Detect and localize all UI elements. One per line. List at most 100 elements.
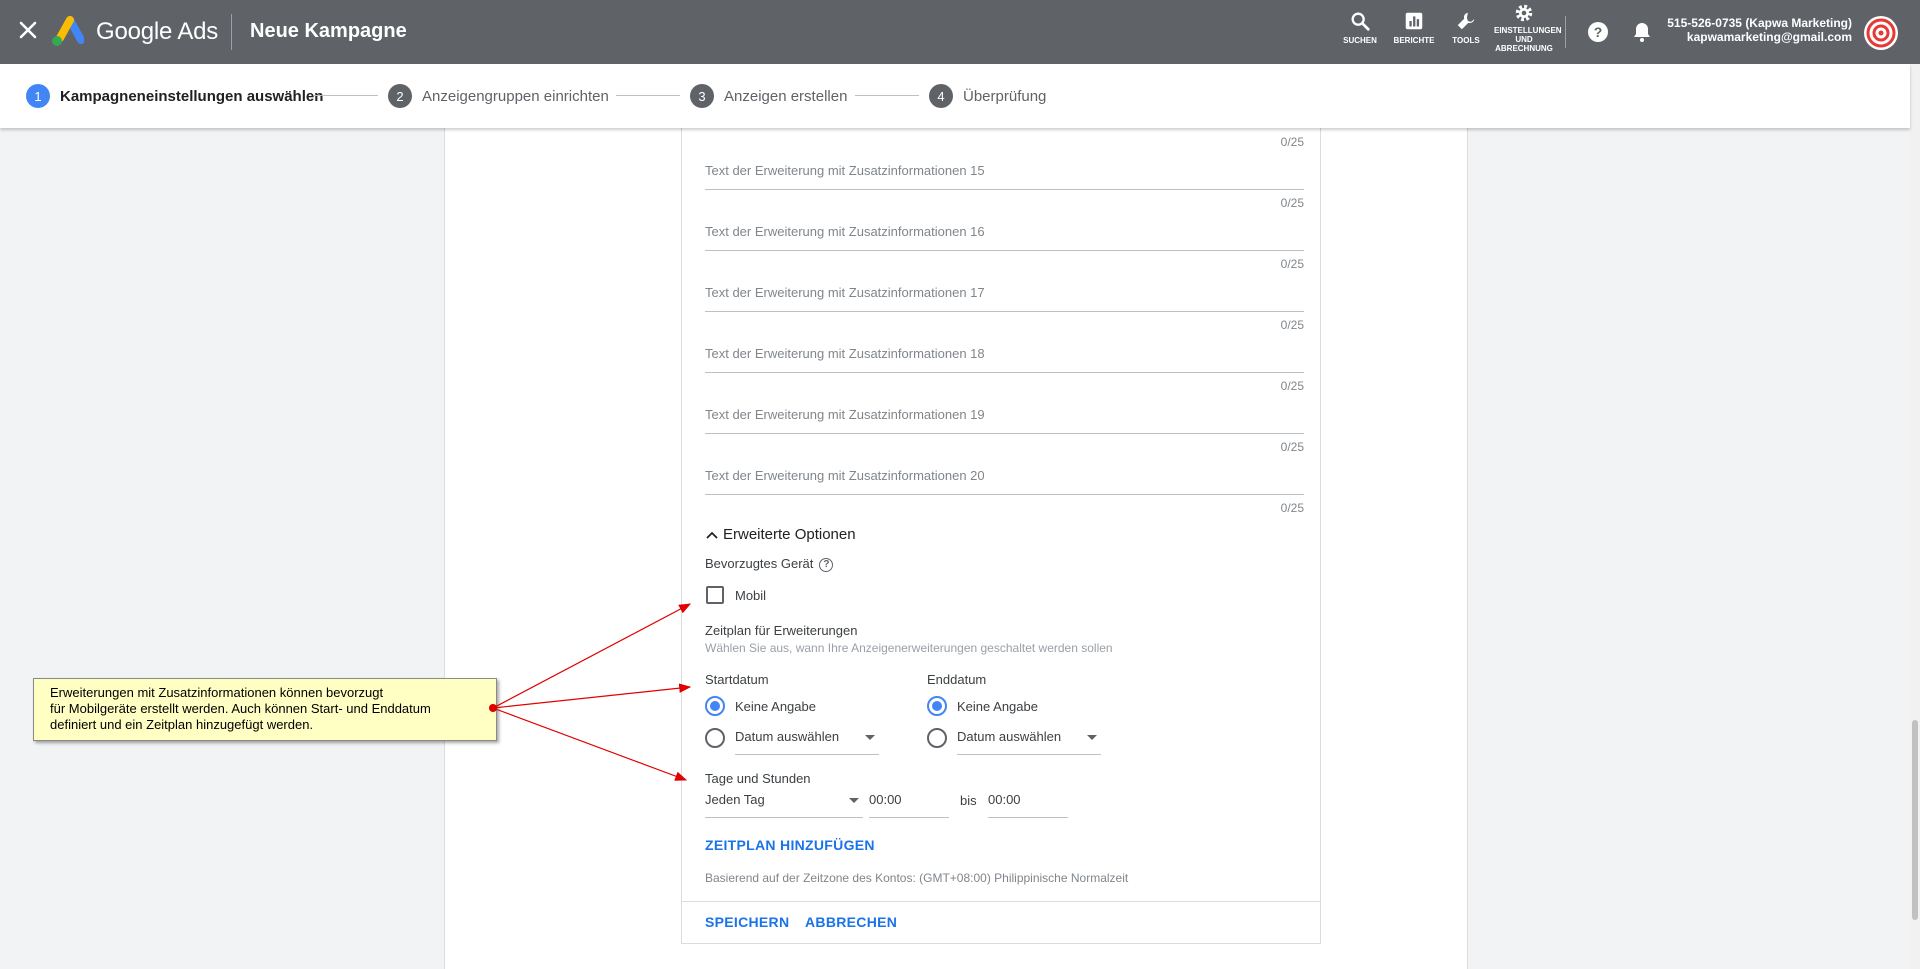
start-date-dropdown[interactable]: Datum auswählen — [735, 721, 879, 755]
start-none-label: Keine Angabe — [735, 699, 816, 714]
reports-tool-label: BERICHTE — [1393, 36, 1435, 45]
mobile-label: Mobil — [735, 588, 767, 603]
start-date-radio[interactable] — [705, 728, 725, 748]
dropdown-arrow-icon — [865, 735, 875, 740]
step-1-label: Kampagneneinstellungen auswählen — [60, 87, 324, 105]
schedule-hint: Wählen Sie aus, wann Ihre Anzeigenerweit… — [705, 641, 1113, 655]
step-2-number: 2 — [388, 84, 412, 108]
form-footer-divider — [681, 901, 1321, 902]
step-connector — [616, 95, 680, 96]
step-1-number: 1 — [26, 84, 50, 108]
close-icon[interactable] — [16, 18, 40, 42]
end-date-radio[interactable] — [927, 728, 947, 748]
end-date-value: Datum auswählen — [957, 729, 1062, 744]
settings-label-line-1: EINSTELLUNGEN — [1494, 26, 1562, 35]
extension-text-field-19[interactable]: Text der Erweiterung mit Zusatzinformati… — [705, 400, 1304, 434]
tools-divider — [1565, 16, 1566, 48]
schedule-title: Zeitplan für Erweiterungen — [705, 623, 858, 638]
settings-billing-label: EINSTELLUNGEN UND ABRECHNUNG — [1494, 26, 1562, 53]
char-counter-15: 0/25 — [1280, 196, 1304, 210]
days-value: Jeden Tag — [705, 792, 765, 807]
google-ads-logo — [52, 16, 84, 46]
advanced-options-toggle[interactable]: Erweiterte Optionen — [705, 526, 856, 543]
char-counter-17: 0/25 — [1280, 318, 1304, 332]
settings-label-line-3: ABRECHNUNG — [1495, 44, 1553, 53]
callout-line-1: Erweiterungen mit Zusatzinformationen kö… — [50, 685, 384, 700]
svg-text:?: ? — [1594, 24, 1603, 40]
account-info[interactable]: 515-526-0735 (Kapwa Marketing) kapwamark… — [1667, 16, 1852, 44]
search-tool-button[interactable]: SUCHEN — [1330, 10, 1390, 45]
char-counter-19: 0/25 — [1280, 440, 1304, 454]
extension-text-field-15[interactable]: Text der Erweiterung mit Zusatzinformati… — [705, 156, 1304, 190]
header-divider — [231, 14, 232, 50]
field-placeholder: Text der Erweiterung mit Zusatzinformati… — [705, 285, 985, 300]
end-time-value: 00:00 — [988, 792, 1021, 807]
wrench-icon — [1457, 12, 1475, 30]
account-name: 515-526-0735 (Kapwa Marketing) — [1667, 16, 1852, 30]
field-placeholder: Text der Erweiterung mit Zusatzinformati… — [705, 346, 985, 361]
extension-text-field-18[interactable]: Text der Erweiterung mit Zusatzinformati… — [705, 339, 1304, 373]
add-schedule-button[interactable]: ZEITPLAN HINZUFÜGEN — [705, 837, 875, 853]
scrollbar-thumb[interactable] — [1912, 720, 1918, 920]
dropdown-arrow-icon — [849, 798, 859, 803]
tools-label: TOOLS — [1452, 36, 1480, 45]
cancel-button[interactable]: ABBRECHEN — [805, 914, 897, 930]
char-counter-16: 0/25 — [1280, 257, 1304, 271]
dropdown-arrow-icon — [1087, 735, 1097, 740]
extension-text-field-17[interactable]: Text der Erweiterung mit Zusatzinformati… — [705, 278, 1304, 312]
timezone-note: Basierend auf der Zeitzone des Kontos: (… — [705, 871, 1129, 885]
callout-line-2: für Mobilgeräte erstellt werden. Auch kö… — [50, 701, 431, 716]
gear-icon — [1515, 4, 1533, 22]
start-none-radio[interactable] — [705, 696, 725, 716]
start-time-input[interactable]: 00:00 — [869, 784, 949, 818]
callout-line-3: definiert und ein Zeitplan hinzugefügt w… — [50, 717, 314, 732]
account-email: kapwamarketing@gmail.com — [1686, 30, 1852, 44]
annotation-callout: Erweiterungen mit Zusatzinformationen kö… — [33, 678, 497, 741]
chevron-up-icon — [706, 531, 718, 539]
reports-tool-button[interactable]: BERICHTE — [1384, 10, 1444, 45]
step-3[interactable]: 3 Anzeigen erstellen — [690, 84, 847, 108]
top-app-bar: Google Ads Neue Kampagne SUCHEN BERICHTE… — [0, 0, 1920, 64]
avatar[interactable] — [1864, 16, 1898, 50]
end-time-input[interactable]: 00:00 — [988, 784, 1068, 818]
help-icon[interactable]: ? — [1586, 20, 1610, 44]
campaign-stepper: 1 Kampagneneinstellungen auswählen 2 Anz… — [0, 64, 1910, 128]
field-placeholder: Text der Erweiterung mit Zusatzinformati… — [705, 224, 985, 239]
step-connector — [855, 95, 919, 96]
mobile-checkbox[interactable] — [706, 586, 724, 604]
field-placeholder: Text der Erweiterung mit Zusatzinformati… — [705, 163, 985, 178]
preferred-device-label: Bevorzugtes Gerät — [705, 556, 814, 571]
field-placeholder: Text der Erweiterung mit Zusatzinformati… — [705, 407, 985, 422]
start-date-label: Startdatum — [705, 672, 769, 687]
start-time-value: 00:00 — [869, 792, 902, 807]
extension-text-field-16[interactable]: Text der Erweiterung mit Zusatzinformati… — [705, 217, 1304, 251]
save-button[interactable]: SPEICHERN — [705, 914, 789, 930]
extension-text-field-20[interactable]: Text der Erweiterung mit Zusatzinformati… — [705, 461, 1304, 495]
step-3-number: 3 — [690, 84, 714, 108]
brand-name: Google Ads — [96, 18, 219, 45]
step-4-label: Überprüfung — [963, 87, 1047, 105]
end-date-label: Enddatum — [927, 672, 987, 687]
step-2[interactable]: 2 Anzeigengruppen einrichten — [388, 84, 609, 108]
char-counter-20: 0/25 — [1280, 501, 1304, 515]
tools-button[interactable]: TOOLS — [1436, 10, 1496, 45]
step-connector — [314, 95, 378, 96]
end-date-dropdown[interactable]: Datum auswählen — [957, 721, 1101, 755]
days-dropdown[interactable]: Jeden Tag — [705, 784, 863, 818]
reports-icon — [1405, 12, 1423, 30]
settings-billing-button[interactable]: EINSTELLUNGEN UND ABRECHNUNG — [1494, 2, 1562, 53]
preferred-device-heading: Bevorzugtes Gerät? — [705, 556, 834, 572]
end-none-radio[interactable] — [927, 696, 947, 716]
help-icon[interactable]: ? — [819, 557, 834, 572]
start-date-value: Datum auswählen — [735, 729, 840, 744]
notifications-bell-icon[interactable] — [1630, 20, 1654, 44]
step-4[interactable]: 4 Überprüfung — [929, 84, 1046, 108]
search-tool-label: SUCHEN — [1343, 36, 1377, 45]
step-1[interactable]: 1 Kampagneneinstellungen auswählen — [26, 84, 323, 108]
advanced-options-label: Erweiterte Optionen — [723, 526, 856, 543]
step-2-label: Anzeigengruppen einrichten — [422, 87, 609, 105]
page-title: Neue Kampagne — [250, 20, 407, 42]
to-word: bis — [960, 793, 977, 808]
field-placeholder: Text der Erweiterung mit Zusatzinformati… — [705, 468, 985, 483]
char-counter-14: 0/25 — [1280, 135, 1304, 149]
